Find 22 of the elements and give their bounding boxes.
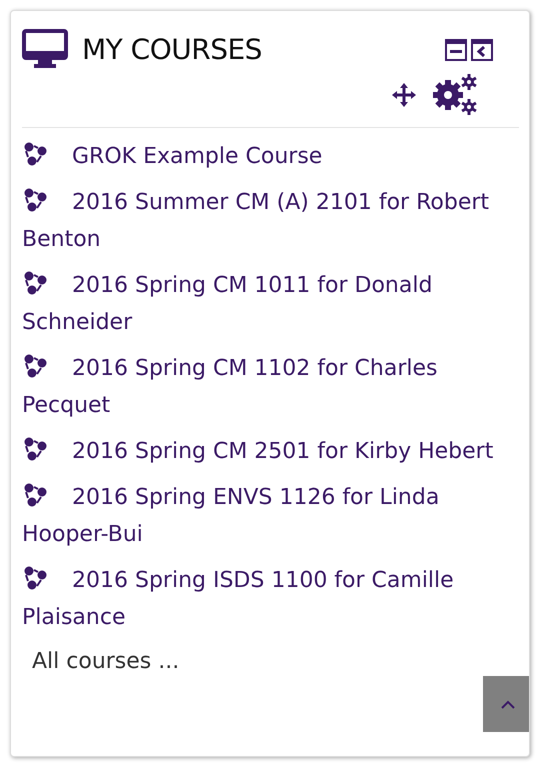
chevron-up-icon <box>501 700 515 708</box>
course-link[interactable]: GROK Example Course <box>22 138 519 175</box>
course-icon <box>22 437 48 461</box>
course-link[interactable]: 2016 Spring ISDS 1100 for Camille Plaisance <box>22 562 519 636</box>
move-icon[interactable] <box>391 82 417 108</box>
course-link[interactable]: 2016 Spring ENVS 1126 for Linda Hooper-Bui <box>22 479 519 553</box>
block-title: MY COURSES <box>82 32 263 66</box>
course-icon <box>22 566 48 590</box>
minimize-icon[interactable] <box>445 39 467 61</box>
course-link[interactable]: 2016 Spring CM 2501 for Kirby Hebert <box>22 433 519 470</box>
course-icon <box>22 188 48 212</box>
all-courses-link[interactable]: All courses ... <box>32 649 180 674</box>
dock-icon[interactable] <box>471 39 493 61</box>
course-icon <box>22 271 48 295</box>
settings-icon[interactable] <box>431 73 479 117</box>
course-icon <box>22 142 48 166</box>
course-link[interactable]: 2016 Spring CM 1011 for Donald Schneider <box>22 267 519 341</box>
monitor-icon <box>22 29 68 69</box>
course-icon <box>22 483 48 507</box>
course-link[interactable]: 2016 Spring CM 1102 for Charles Pecquet <box>22 350 519 424</box>
course-link[interactable]: 2016 Summer CM (A) 2101 for Robert Benton <box>22 184 519 258</box>
course-icon <box>22 354 48 378</box>
